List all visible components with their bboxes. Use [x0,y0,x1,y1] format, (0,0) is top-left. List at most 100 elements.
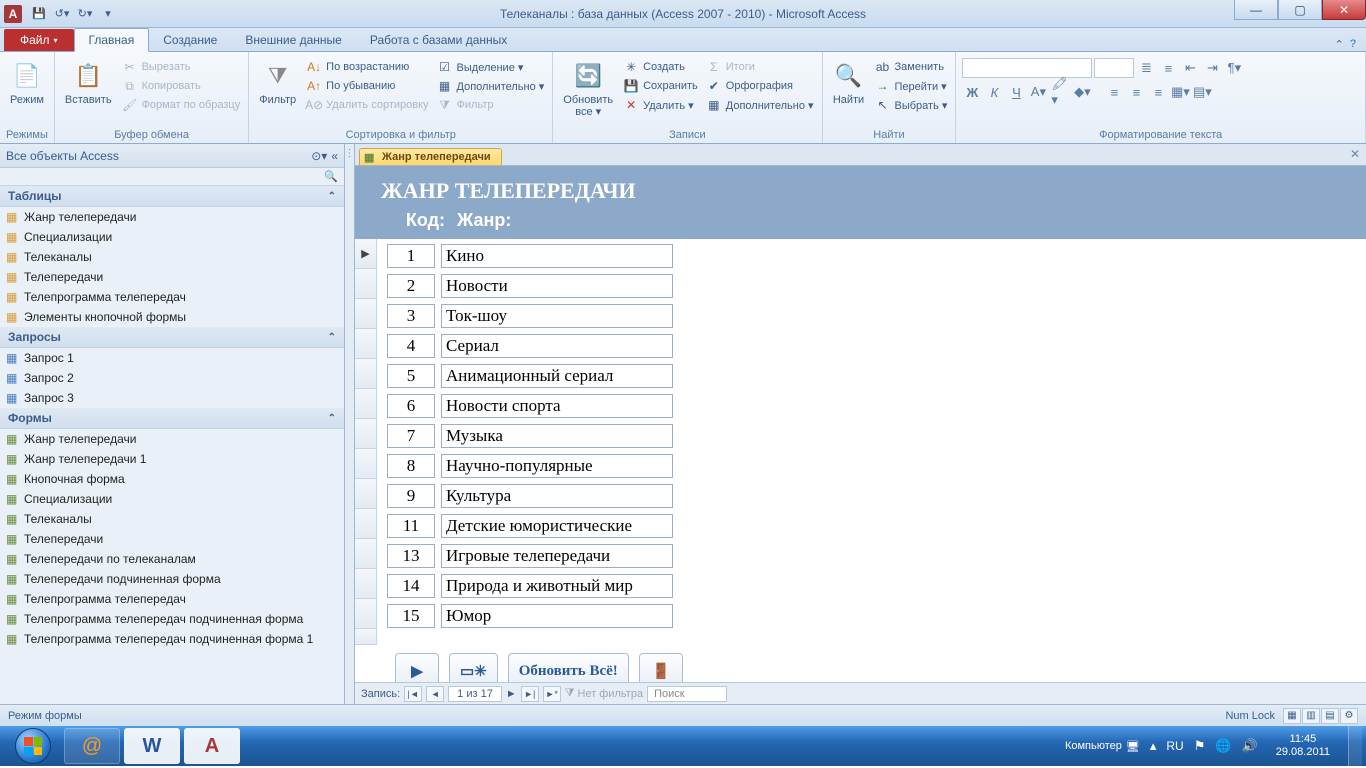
sort-asc-button[interactable]: A↓По возрастанию [304,58,430,76]
recnav-next-button[interactable]: ► [506,688,517,700]
recnav-last-button[interactable]: ►| [521,686,539,702]
indent-inc-icon[interactable]: ⇥ [1202,58,1222,78]
record-genre-field[interactable]: Юмор [441,604,673,628]
toggle-filter-button[interactable]: ⧩Фильтр [435,96,547,114]
nav-item[interactable]: ▦Телеканалы [0,247,344,267]
nav-group-Таблицы[interactable]: Таблицы⌃ [0,186,344,207]
refresh-all-button[interactable]: 🔄 Обновить все ▾ [559,58,617,120]
nav-item[interactable]: ▦Телепередачи [0,267,344,287]
nav-item[interactable]: ▦Телеканалы [0,509,344,529]
totals-button[interactable]: ΣИтоги [704,58,816,76]
align-left-icon[interactable]: ≡ [1104,82,1124,102]
navpane-header[interactable]: Все объекты Access ⊙▾ « [0,144,344,168]
search-icon[interactable]: 🔍 [324,170,338,183]
nav-group-Формы[interactable]: Формы⌃ [0,408,344,429]
recnav-first-button[interactable]: |◄ [404,686,422,702]
nav-item[interactable]: ▦Жанр телепередачи 1 [0,449,344,469]
taskbar-app-word[interactable]: W [124,728,180,764]
paste-button[interactable]: 📋 Вставить [61,58,116,108]
record-code-field[interactable]: 11 [387,514,435,538]
record-selector[interactable] [355,359,377,389]
font-size-combo[interactable] [1094,58,1134,78]
nav-item[interactable]: ▦Элементы кнопочной формы [0,307,344,327]
filter-button[interactable]: ⧩ Фильтр [255,58,300,108]
close-form-button[interactable]: 🚪 [639,653,683,682]
recnav-prev-button[interactable]: ◄ [426,686,444,702]
spelling-button[interactable]: ✔Орфография [704,77,816,95]
datin-view-btn[interactable]: ▥ [1302,708,1320,724]
qat-undo-icon[interactable]: ↺▾ [52,4,72,24]
font-family-combo[interactable] [962,58,1092,78]
record-selector[interactable] [355,299,377,329]
alt-row-icon[interactable]: ▤▾ [1192,82,1212,102]
underline-icon[interactable]: Ч [1006,82,1026,102]
refresh-all-form-button[interactable]: Обновить Всё! [508,653,629,682]
navpane-collapse-icon[interactable]: « [331,149,338,163]
minimize-ribbon-icon[interactable]: ⌃ [1335,38,1344,51]
record-genre-field[interactable]: Кино [441,244,673,268]
nav-group-Запросы[interactable]: Запросы⌃ [0,327,344,348]
navpane-dropdown-icon[interactable]: ⊙▾ [311,149,327,163]
clear-sort-button[interactable]: A⊘Удалить сортировку [304,96,430,114]
advanced-filter-button[interactable]: ▦Дополнительно ▾ [435,77,547,95]
tray-clock[interactable]: 11:45 29.08.2011 [1268,733,1338,759]
bold-icon[interactable]: Ж [962,82,982,102]
qat-customize-icon[interactable]: ▾ [98,4,118,24]
align-center-icon[interactable]: ≡ [1126,82,1146,102]
record-code-field[interactable]: 15 [387,604,435,628]
record-code-field[interactable]: 2 [387,274,435,298]
record-selector[interactable] [355,389,377,419]
record-genre-field[interactable]: Игровые телепередачи [441,544,673,568]
text-direction-icon[interactable]: ¶▾ [1224,58,1244,78]
document-close-icon[interactable]: ✕ [1350,147,1360,161]
nav-item[interactable]: ▦Телепрограмма телепередач подчиненная ф… [0,609,344,629]
start-button[interactable] [6,726,60,766]
new-record-form-button[interactable]: ▭✳ [449,653,498,682]
tab-dbtools[interactable]: Работа с базами данных [356,29,521,51]
record-code-field[interactable]: 4 [387,334,435,358]
delete-record-button[interactable]: ✕Удалить ▾ [621,96,700,114]
view-button[interactable]: 📄 Режим [6,58,48,108]
tray-computer[interactable]: Компьютер🖥 [1065,740,1140,753]
nav-item[interactable]: ▦Специализации [0,227,344,247]
nav-item[interactable]: ▦Телепрограмма телепередач [0,287,344,307]
selection-button[interactable]: ☑Выделение ▾ [435,58,547,76]
document-tab[interactable]: Жанр телепередачи [359,148,502,165]
nav-item[interactable]: ▦Кнопочная форма [0,469,344,489]
nav-item[interactable]: ▦Жанр телепередачи [0,429,344,449]
align-right-icon[interactable]: ≡ [1148,82,1168,102]
qat-redo-icon[interactable]: ↻▾ [75,4,95,24]
nav-item[interactable]: ▦Телепередачи по телеканалам [0,549,344,569]
record-genre-field[interactable]: Музыка [441,424,673,448]
next-record-button[interactable]: ▶ [395,653,439,682]
highlight-icon[interactable]: 🖍▾ [1050,82,1070,102]
nav-item[interactable]: ▦Запрос 1 [0,348,344,368]
record-selector[interactable] [355,329,377,359]
font-color-icon[interactable]: A▾ [1028,82,1048,102]
help-icon[interactable]: ? [1350,38,1356,51]
record-code-field[interactable]: 3 [387,304,435,328]
nav-item[interactable]: ▦Телепередачи [0,529,344,549]
qat-save-icon[interactable]: 💾 [29,4,49,24]
record-genre-field[interactable]: Ток-шоу [441,304,673,328]
form-scroll[interactable]: ЖАНР ТЕЛЕПЕРЕДАЧИ Код: Жанр: ▶ 1Кино2Нов… [355,166,1366,682]
record-selector[interactable] [355,539,377,569]
record-code-field[interactable]: 6 [387,394,435,418]
record-code-field[interactable]: 1 [387,244,435,268]
select-button[interactable]: ↖Выбрать ▾ [873,96,950,114]
maximize-button[interactable]: ▢ [1278,0,1322,20]
goto-button[interactable]: →Перейти ▾ [873,77,950,95]
recnav-filter[interactable]: ⧩Нет фильтра [565,687,643,700]
record-code-field[interactable]: 13 [387,544,435,568]
record-genre-field[interactable]: Природа и животный мир [441,574,673,598]
tray-volume-icon[interactable]: 🔊 [1242,738,1258,754]
nav-item[interactable]: ▦Запрос 3 [0,388,344,408]
show-desktop-button[interactable] [1348,726,1362,766]
record-code-field[interactable]: 8 [387,454,435,478]
record-selector[interactable] [355,449,377,479]
record-selector[interactable] [355,269,377,299]
record-genre-field[interactable]: Анимационный сериал [441,364,673,388]
format-painter-button[interactable]: 🖌Формат по образцу [120,96,243,114]
record-genre-field[interactable]: Научно-популярные [441,454,673,478]
taskbar-app-mail[interactable]: @ [64,728,120,764]
